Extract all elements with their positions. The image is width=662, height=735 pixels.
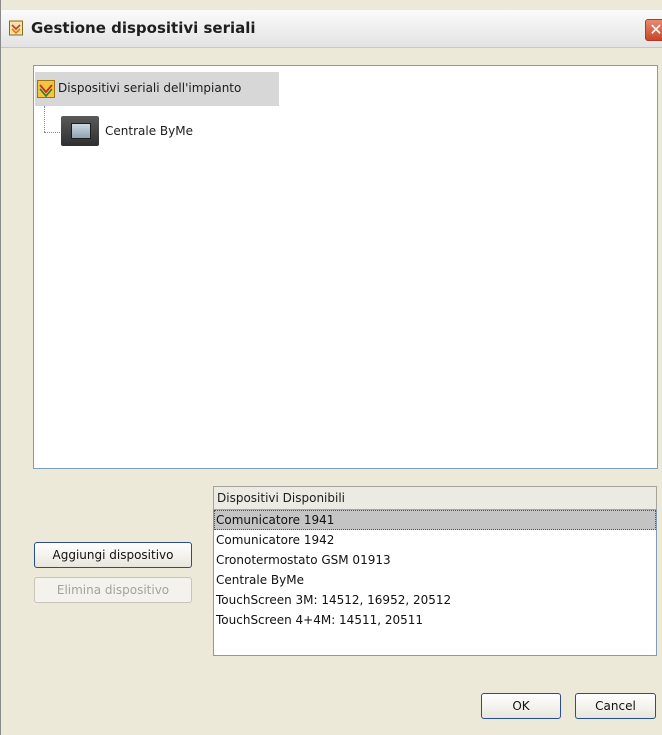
tree-root-label: Dispositivi seriali dell'impianto bbox=[58, 81, 242, 95]
control-unit-icon bbox=[61, 116, 99, 146]
tree-node-centrale-byme[interactable]: Centrale ByMe bbox=[105, 124, 193, 138]
plant-icon bbox=[37, 80, 55, 98]
delete-device-button[interactable]: Elimina dispositivo bbox=[34, 577, 192, 603]
title-bar: Gestione dispositivi seriali ✕ bbox=[1, 10, 662, 48]
tree-root-node[interactable]: Dispositivi seriali dell'impianto bbox=[35, 72, 279, 106]
list-item[interactable]: Comunicatore 1941 bbox=[214, 510, 656, 530]
list-item[interactable]: Centrale ByMe bbox=[214, 570, 656, 590]
close-button[interactable]: ✕ bbox=[645, 19, 662, 41]
available-devices-list[interactable]: Comunicatore 1941 Comunicatore 1942 Cron… bbox=[213, 510, 657, 656]
tree-connector bbox=[44, 132, 60, 133]
device-tree[interactable]: Dispositivi seriali dell'impianto Centra… bbox=[33, 65, 658, 469]
close-icon: ✕ bbox=[649, 20, 662, 39]
available-devices-header: Dispositivi Disponibili bbox=[213, 486, 657, 510]
list-item[interactable]: TouchScreen 4+4M: 14511, 20511 bbox=[214, 610, 656, 630]
app-icon bbox=[9, 20, 23, 36]
list-item[interactable]: TouchScreen 3M: 14512, 16952, 20512 bbox=[214, 590, 656, 610]
list-item[interactable]: Comunicatore 1942 bbox=[214, 530, 656, 550]
ok-button[interactable]: OK bbox=[481, 693, 561, 719]
list-item[interactable]: Cronotermostato GSM 01913 bbox=[214, 550, 656, 570]
serial-devices-dialog: Gestione dispositivi seriali ✕ Dispositi… bbox=[0, 0, 662, 735]
add-device-button[interactable]: Aggiungi dispositivo bbox=[34, 542, 192, 568]
tree-connector bbox=[44, 106, 45, 132]
window-title: Gestione dispositivi seriali bbox=[31, 19, 256, 37]
cancel-button[interactable]: Cancel bbox=[575, 693, 656, 719]
